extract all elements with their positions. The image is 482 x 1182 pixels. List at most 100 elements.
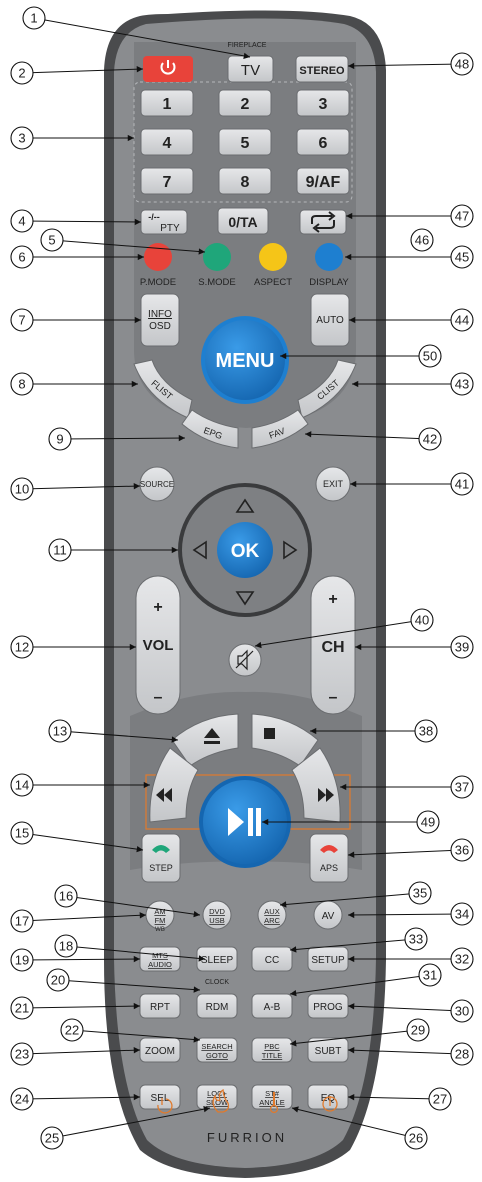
stereo-button[interactable]: STEREO [295,55,349,83]
callout-number: 28 [455,1047,469,1062]
sel-button[interactable]: SEL [139,1084,181,1110]
stereo-label: STEREO [299,65,345,77]
digit-1-button[interactable]: 1 [140,89,194,117]
mts-audio-button[interactable]: MTS AUDIO [139,946,181,972]
callout-number: 18 [59,939,73,954]
sleep-label: SLEEP [201,955,234,966]
callout-number: 21 [15,1001,29,1016]
tv-button[interactable]: TV [227,55,274,83]
source-button[interactable]: SOURCE [139,466,175,502]
digit-2-button[interactable]: 2 [218,89,272,117]
callout-number: 30 [455,1004,469,1019]
ok-button[interactable]: OK [217,522,273,578]
callout-number: 26 [409,1131,423,1146]
digit-9-button[interactable]: 9/AF [296,167,350,195]
aux-arc-label: AUX ARC [264,907,280,925]
callout-number: 46 [415,233,429,248]
digit-7-button[interactable]: 7 [140,167,194,195]
callout-number: 40 [415,613,429,628]
av-button[interactable]: AV [313,900,343,930]
digit-4-button[interactable]: 4 [140,128,194,156]
callout-number: 20 [51,973,65,988]
digit-6-button[interactable]: 6 [296,128,350,156]
zoom-button[interactable]: ZOOM [139,1037,181,1063]
pbc-title-button[interactable]: PBC TITLE [251,1037,293,1063]
numpad: 1 2 3 4 5 6 7 8 9/AF [140,89,350,195]
callout-number: 4 [18,214,25,229]
info-osd-button[interactable]: INFO OSD [140,293,180,347]
callout-number: 50 [423,349,437,364]
callout-number: 38 [419,724,433,739]
am-fm-button[interactable]: AM FM [145,900,175,930]
rdm-label: RDM [206,1002,229,1013]
callout-number: 45 [455,250,469,265]
tv-label: TV [241,62,260,79]
a-b-label: A-B [264,1002,281,1013]
ch-rocker[interactable]: + CH – [310,575,356,715]
rpt-button[interactable]: RPT [139,993,181,1019]
display-label: DISPLAY [309,277,349,288]
vol-rocker[interactable]: + VOL – [135,575,181,715]
exit-label: EXIT [323,479,344,489]
av-label: AV [322,911,335,922]
dvd-usb-button[interactable]: DVD USB [202,900,232,930]
callout-46: 46 [410,228,434,252]
mute-button[interactable] [228,643,262,677]
callout-number: 11 [53,543,67,558]
ch-label: CH [321,639,344,656]
callout-number: 3 [18,131,25,146]
zero-ta-button[interactable]: 0/TA [217,207,269,235]
power-button[interactable] [143,56,193,82]
callout-number: 5 [48,233,55,248]
digit-8-button[interactable]: 8 [218,167,272,195]
callout-number: 49 [421,815,435,830]
auto-button[interactable]: AUTO [310,293,350,347]
digit-5-button[interactable]: 5 [218,128,272,156]
callout-number: 34 [455,907,469,922]
callout-number: 15 [15,826,29,841]
pty-bottom-label: PTY [160,223,180,234]
exit-button[interactable]: EXIT [315,466,351,502]
ch-minus-label: – [329,689,338,706]
callout-number: 1 [30,11,37,26]
remote-diagram: FIREPLACE TV STEREO 1 2 34 5 67 8 9/AF -/-- PT… [10,6,474,1178]
digit-3-button[interactable]: 3 [296,89,350,117]
clock-label: CLOCK [205,979,229,986]
aspect-label: ASPECT [254,277,292,288]
menu-button[interactable]: MENU [201,316,289,404]
loc-slow-button[interactable]: LOC+ SLOW [196,1084,238,1110]
digit-5-label: 5 [241,135,250,152]
callout-number: 35 [413,886,427,901]
cc-button[interactable]: CC [251,946,293,972]
digit-3-label: 3 [319,96,328,113]
callout-number: 13 [53,724,67,739]
repeat-button[interactable] [299,209,347,235]
source-label: SOURCE [140,480,174,489]
callout-number: 43 [455,377,469,392]
search-goto-button[interactable]: SEARCH GOTO [196,1037,238,1063]
aps-button[interactable]: APS [309,833,349,883]
prog-button[interactable]: PROG [307,993,349,1019]
callout-number: 29 [411,1023,425,1038]
setup-button[interactable]: SETUP [307,946,349,972]
s-mode-label: S.MODE [198,277,235,288]
callout-number: 17 [15,914,29,929]
pty-button[interactable]: -/-- PTY [140,209,188,235]
a-b-button[interactable]: A-B [251,993,293,1019]
pbc-title-label: PBC TITLE [262,1042,282,1060]
prog-label: PROG [313,1002,343,1013]
callout-number: 9 [56,432,63,447]
callout-number: 47 [455,209,469,224]
callout-number: 44 [455,313,469,328]
digit-1-label: 1 [163,96,172,113]
rpt-label: RPT [150,1002,170,1013]
callout-number: 6 [18,250,25,265]
digit-7-label: 7 [163,174,172,191]
osd-label: OSD [149,321,171,332]
step-button[interactable]: STEP [141,833,181,883]
step-label: STEP [149,863,173,873]
callout-number: 42 [423,432,437,447]
callout-number: 10 [15,482,29,497]
vol-plus-label: + [153,599,162,616]
rdm-button[interactable]: RDM [196,993,238,1019]
